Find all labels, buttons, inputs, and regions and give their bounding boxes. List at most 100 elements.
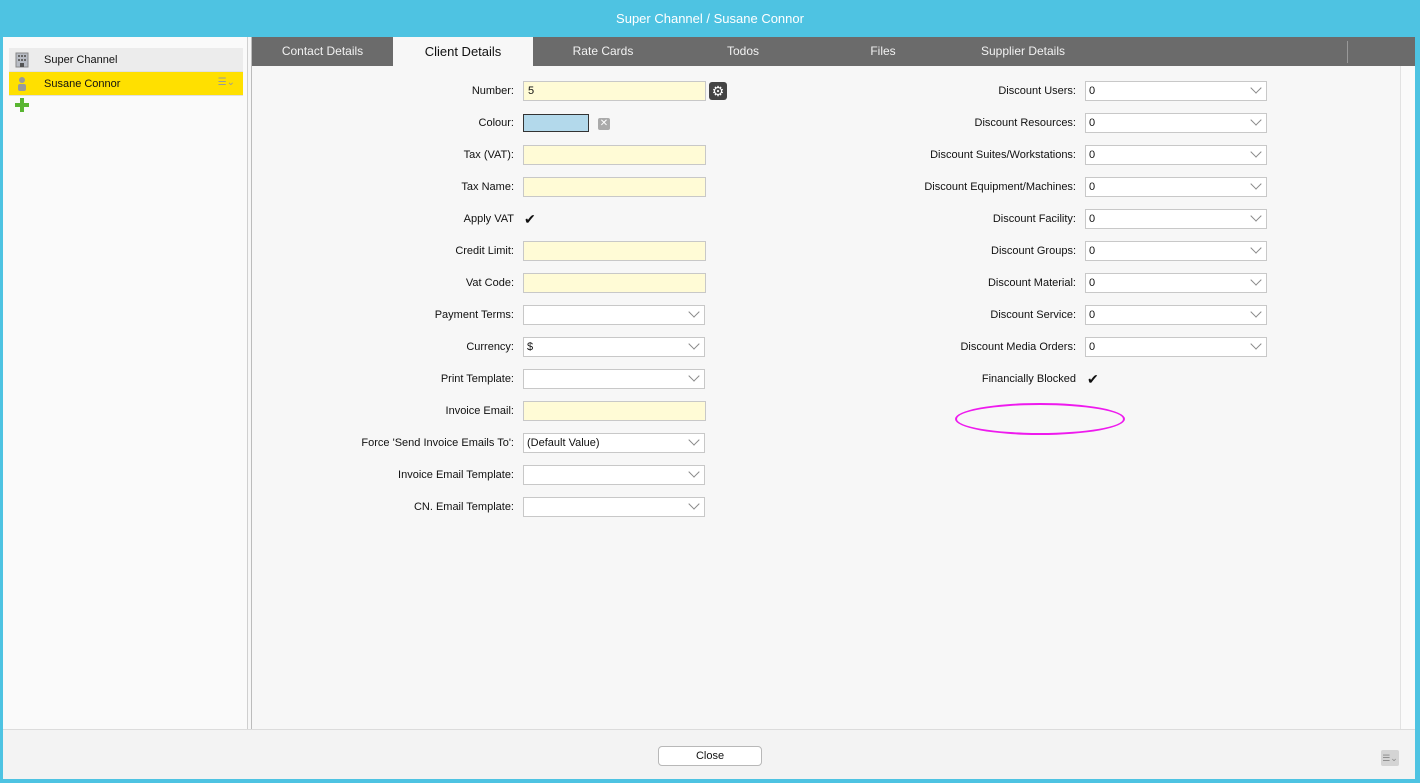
chevron-down-icon xyxy=(1250,242,1262,254)
discount-groups-label: Discount Groups: xyxy=(991,245,1076,257)
apply-vat-label: Apply VAT xyxy=(463,213,514,225)
select-value: 0 xyxy=(1089,149,1096,161)
chevron-down-icon xyxy=(1250,210,1262,222)
payment-terms-label: Payment Terms: xyxy=(434,309,514,321)
credit-limit-label: Credit Limit: xyxy=(455,245,514,257)
discount-service-label: Discount Service: xyxy=(990,309,1076,321)
discount-equipment-select[interactable]: 0 xyxy=(1085,177,1267,197)
discount-facility-select[interactable]: 0 xyxy=(1085,209,1267,229)
sidebar-item-label: Super Channel xyxy=(44,53,118,66)
select-value: 0 xyxy=(1089,181,1096,193)
discount-equipment-label: Discount Equipment/Machines: xyxy=(924,181,1076,193)
select-value: 0 xyxy=(1089,341,1096,353)
discount-resources-label: Discount Resources: xyxy=(974,117,1077,129)
chevron-down-icon xyxy=(688,338,700,350)
sidebar-list: Super Channel Susane Connor ☰⌄ xyxy=(9,48,243,96)
annotation-highlight-ellipse xyxy=(955,403,1125,435)
tab-bar: Contact Details Client Details Rate Card… xyxy=(252,37,1415,66)
print-template-select[interactable] xyxy=(523,369,705,389)
tax-name-field[interactable] xyxy=(523,177,706,197)
colour-swatch[interactable] xyxy=(523,114,589,132)
tax-vat-field[interactable] xyxy=(523,145,706,165)
select-value: 0 xyxy=(1089,85,1096,97)
building-icon xyxy=(9,48,35,72)
sidebar-item-super-channel[interactable]: Super Channel xyxy=(9,48,243,72)
select-value: 0 xyxy=(1089,277,1096,289)
select-value: (Default Value) xyxy=(527,437,600,449)
discount-material-select[interactable]: 0 xyxy=(1085,273,1267,293)
currency-select[interactable]: $ xyxy=(523,337,705,357)
vat-code-field[interactable] xyxy=(523,273,706,293)
invoice-email-template-label: Invoice Email Template: xyxy=(398,469,514,481)
chevron-down-icon xyxy=(688,306,700,318)
tax-vat-label: Tax (VAT): xyxy=(463,149,514,161)
select-value: $ xyxy=(527,341,534,353)
invoice-email-field[interactable] xyxy=(523,401,706,421)
chevron-down-icon xyxy=(1250,146,1262,158)
force-send-select[interactable]: (Default Value) xyxy=(523,433,705,453)
chevron-down-icon xyxy=(688,466,700,478)
person-icon xyxy=(9,72,35,96)
client-window: Super Channel Susane Connor ☰⌄ Contact D… xyxy=(3,37,1415,779)
discount-media-orders-label: Discount Media Orders: xyxy=(960,341,1076,353)
window-title: Super Channel / Susane Connor xyxy=(616,11,804,26)
credit-limit-field[interactable] xyxy=(523,241,706,261)
discount-media-orders-select[interactable]: 0 xyxy=(1085,337,1267,357)
sidebar-item-susane-connor[interactable]: Susane Connor ☰⌄ xyxy=(9,72,243,96)
payment-terms-select[interactable] xyxy=(523,305,705,325)
colour-label: Colour: xyxy=(478,117,514,129)
options-menu-icon[interactable]: ☰⌄ xyxy=(1381,750,1399,766)
cn-email-template-label: CN. Email Template: xyxy=(413,501,514,513)
select-value: 0 xyxy=(1089,117,1096,129)
footer-bar: Close ☰⌄ xyxy=(3,729,1415,779)
row-menu-icon[interactable]: ☰⌄ xyxy=(218,77,235,88)
tax-name-label: Tax Name: xyxy=(461,181,514,193)
discount-users-select[interactable]: 0 xyxy=(1085,81,1267,101)
clear-icon[interactable]: ✕ xyxy=(598,118,610,130)
financially-blocked-checkbox[interactable]: ✔ xyxy=(1087,372,1101,386)
discount-resources-select[interactable]: 0 xyxy=(1085,113,1267,133)
tab-client-details[interactable]: Client Details xyxy=(393,37,533,66)
force-send-label: Force 'Send Invoice Emails To': xyxy=(361,437,514,449)
select-value: 0 xyxy=(1089,309,1096,321)
discount-service-select[interactable]: 0 xyxy=(1085,305,1267,325)
add-contact-button[interactable] xyxy=(15,98,29,112)
currency-label: Currency: xyxy=(466,341,514,353)
discount-suites-select[interactable]: 0 xyxy=(1085,145,1267,165)
number-field[interactable]: 5 xyxy=(523,81,706,101)
tab-separator xyxy=(1347,41,1348,63)
discount-users-label: Discount Users: xyxy=(998,85,1076,97)
discount-suites-label: Discount Suites/Workstations: xyxy=(930,149,1076,161)
apply-vat-checkbox[interactable]: ✔ xyxy=(524,212,538,226)
discount-facility-label: Discount Facility: xyxy=(992,213,1076,225)
cn-email-template-select[interactable] xyxy=(523,497,705,517)
financially-blocked-label: Financially Blocked xyxy=(981,373,1076,385)
tab-todos[interactable]: Todos xyxy=(673,37,813,66)
select-value: 0 xyxy=(1089,245,1096,257)
discount-groups-select[interactable]: 0 xyxy=(1085,241,1267,261)
chevron-down-icon xyxy=(1250,274,1262,286)
invoice-email-template-select[interactable] xyxy=(523,465,705,485)
tab-rate-cards[interactable]: Rate Cards xyxy=(533,37,673,66)
chevron-down-icon xyxy=(1250,178,1262,190)
tab-supplier-details[interactable]: Supplier Details xyxy=(953,37,1093,66)
select-value: 0 xyxy=(1089,213,1096,225)
sidebar: Super Channel Susane Connor ☰⌄ xyxy=(3,37,248,729)
chevron-down-icon xyxy=(688,434,700,446)
number-label: Number: xyxy=(471,85,514,97)
tab-contact-details[interactable]: Contact Details xyxy=(252,37,393,66)
client-details-panel: Number: 5 ⚙ Colour: ✕ Tax (VAT): Tax Nam… xyxy=(252,66,1400,729)
scrollbar-track[interactable] xyxy=(1400,66,1415,729)
close-button[interactable]: Close xyxy=(658,746,762,766)
discount-material-label: Discount Material: xyxy=(987,277,1076,289)
gear-icon[interactable]: ⚙ xyxy=(709,82,727,100)
chevron-down-icon xyxy=(1250,338,1262,350)
chevron-down-icon xyxy=(688,370,700,382)
vat-code-label: Vat Code: xyxy=(465,277,514,289)
chevron-down-icon xyxy=(1250,306,1262,318)
chevron-down-icon xyxy=(1250,82,1262,94)
print-template-label: Print Template: xyxy=(440,373,514,385)
chevron-down-icon xyxy=(1250,114,1262,126)
tab-files[interactable]: Files xyxy=(813,37,953,66)
sidebar-item-label: Susane Connor xyxy=(44,77,121,90)
